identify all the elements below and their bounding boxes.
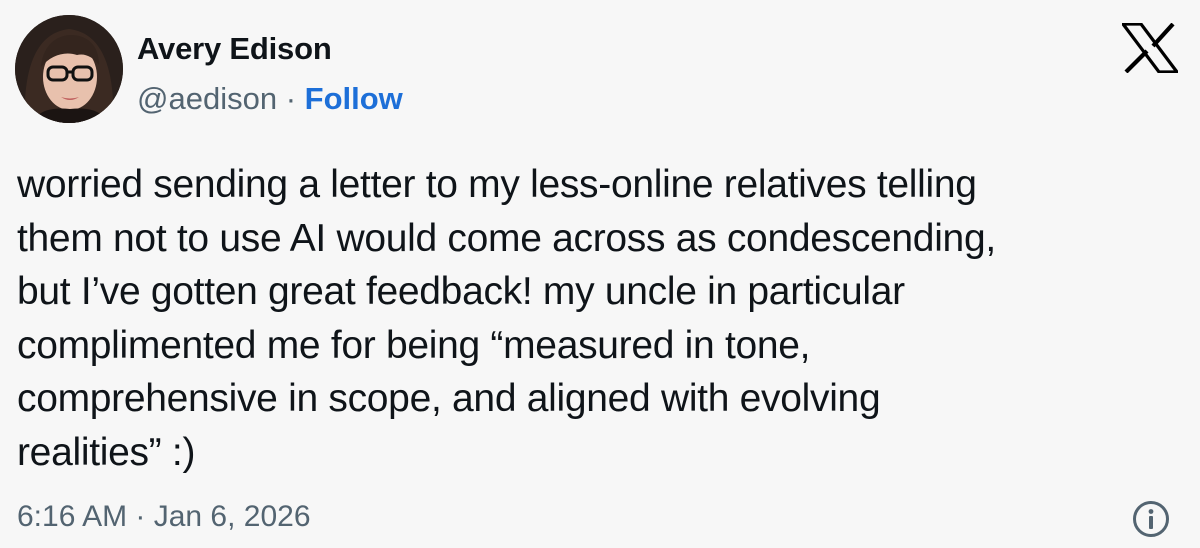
follow-button[interactable]: Follow — [305, 81, 403, 116]
tweet-timestamp[interactable]: 6:16 AM · Jan 6, 2026 — [17, 497, 311, 537]
avatar[interactable] — [15, 15, 123, 123]
x-logo-icon[interactable] — [1119, 22, 1181, 74]
tweet-line: comprehensive in scope, and aligned with… — [17, 377, 881, 420]
tweet-line: complimented me for being “measured in t… — [17, 323, 811, 367]
tweet-card: Avery Edison @aedison · Follow worried s… — [0, 0, 1200, 548]
separator-dot: · — [285, 81, 297, 116]
tweet-line: realities” :) — [17, 430, 196, 474]
tweet-line: but I’ve gotten great feedback! my uncle… — [17, 270, 905, 313]
tweet-line: worried sending a letter to my less-onli… — [17, 163, 977, 206]
tweet-line: them not to use AI would come across as … — [17, 216, 996, 260]
author-handle[interactable]: @aedison — [137, 81, 277, 116]
avatar-image — [15, 15, 123, 123]
info-icon[interactable] — [1132, 500, 1170, 538]
author-name[interactable]: Avery Edison — [137, 29, 332, 69]
author-handle-row: @aedison · Follow — [137, 79, 403, 119]
tweet-text: worried sending a letter to my less-onli… — [17, 158, 1167, 479]
